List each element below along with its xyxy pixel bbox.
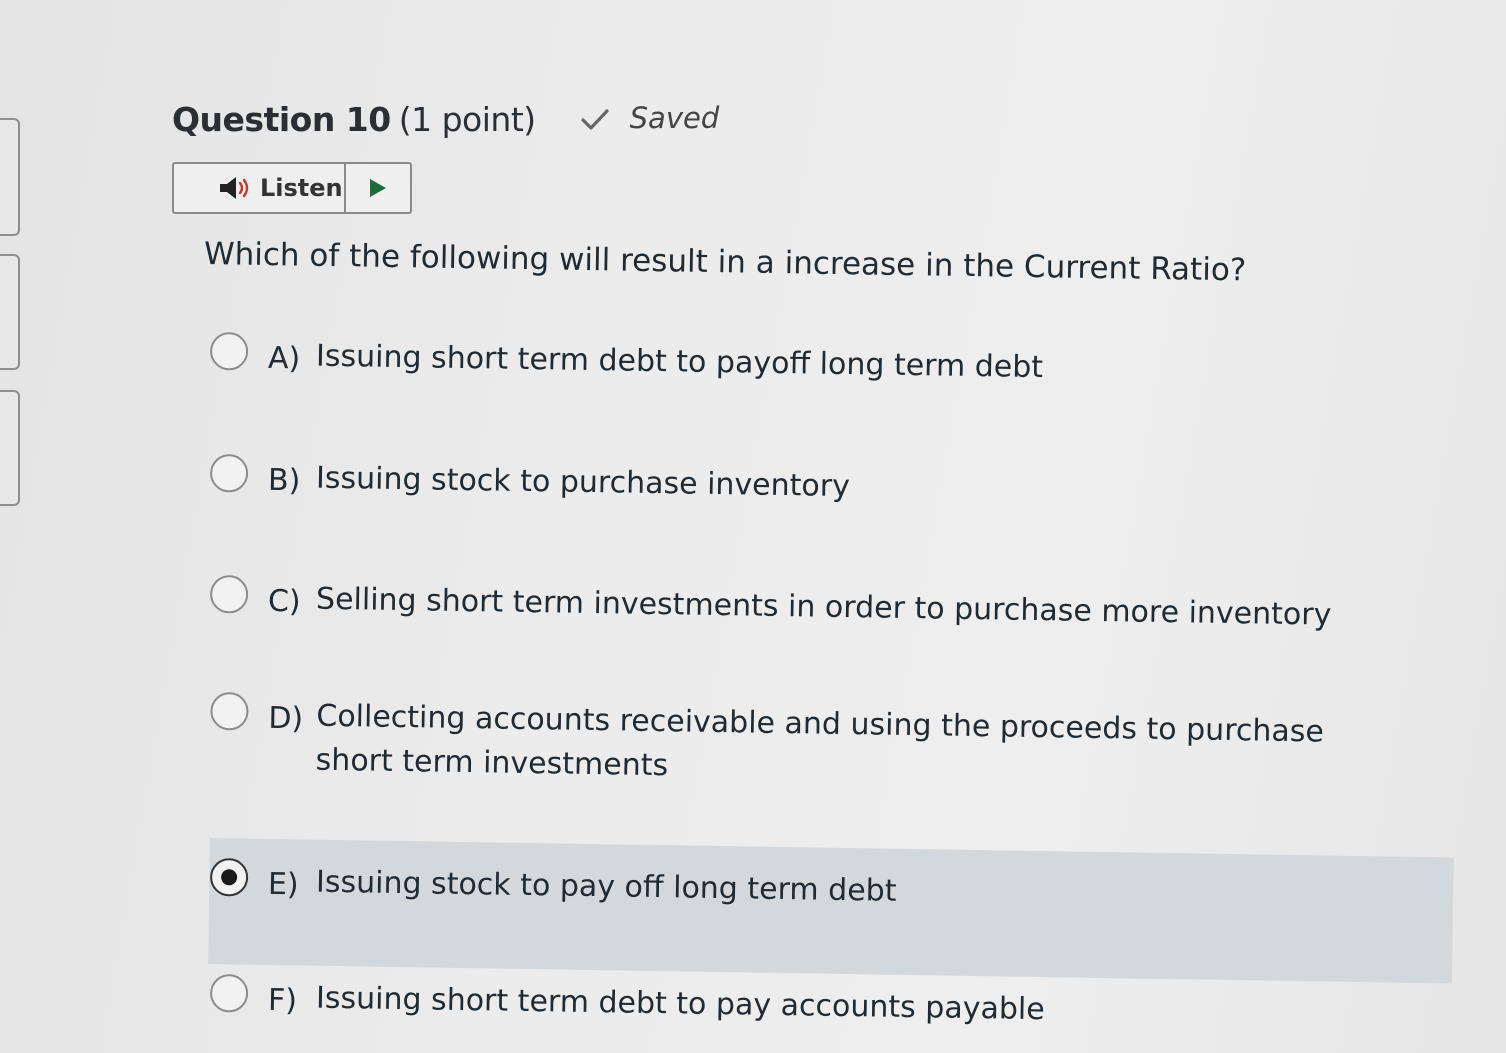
radio-button[interactable]: [210, 692, 249, 731]
radio-button[interactable]: [209, 575, 249, 614]
option-label: Issuing short term debt to pay accounts …: [315, 980, 1046, 1028]
option-letter: F): [267, 982, 298, 1019]
option-f[interactable]: F) Issuing short term debt to pay accoun…: [209, 974, 1045, 1032]
question-header: Question 10 (1 point) Saved: [172, 100, 719, 139]
radio-button-selected[interactable]: [209, 858, 249, 897]
quiz-page: Question 10 (1 point) Saved Listen Which…: [0, 0, 1506, 1053]
left-panel-tab[interactable]: [0, 390, 20, 506]
play-icon: [370, 179, 386, 197]
saved-status: Saved: [580, 101, 720, 135]
option-letter: C): [267, 583, 301, 620]
left-panel-tab[interactable]: [0, 118, 20, 236]
option-label: Selling short term investments in order …: [315, 581, 1332, 633]
option-b[interactable]: B) Issuing stock to purchase inventory: [209, 454, 850, 509]
listen-button[interactable]: Listen: [174, 164, 346, 212]
option-d[interactable]: D) Collecting accounts receivable and us…: [209, 692, 1376, 799]
radio-button[interactable]: [209, 454, 249, 493]
option-letter: D): [268, 700, 304, 737]
listen-widget: Listen: [172, 162, 412, 214]
option-letter: E): [267, 866, 299, 903]
option-label: Issuing stock to pay off long term debt: [315, 864, 897, 909]
option-label: Collecting accounts receivable and using…: [315, 698, 1325, 784]
left-panel-tab[interactable]: [0, 254, 20, 370]
saved-label: Saved: [629, 101, 720, 135]
option-label: Issuing short term debt to payoff long t…: [315, 338, 1044, 386]
play-button[interactable]: [346, 164, 410, 212]
speaker-icon: [220, 177, 249, 199]
option-c[interactable]: C) Selling short term investments in ord…: [209, 575, 1332, 638]
radio-button[interactable]: [209, 332, 249, 371]
option-letter: B): [267, 462, 301, 499]
question-title: Question 10: [172, 100, 391, 139]
radio-button[interactable]: [209, 974, 249, 1013]
question-text: Which of the following will result in a …: [203, 236, 1247, 289]
option-a[interactable]: A) Issuing short term debt to payoff lon…: [209, 332, 1043, 390]
question-points: (1 point): [398, 100, 536, 139]
checkmark-icon: [581, 109, 609, 130]
listen-label: Listen: [260, 174, 343, 202]
option-label: Issuing stock to purchase inventory: [315, 460, 851, 505]
option-letter: A): [267, 340, 301, 377]
